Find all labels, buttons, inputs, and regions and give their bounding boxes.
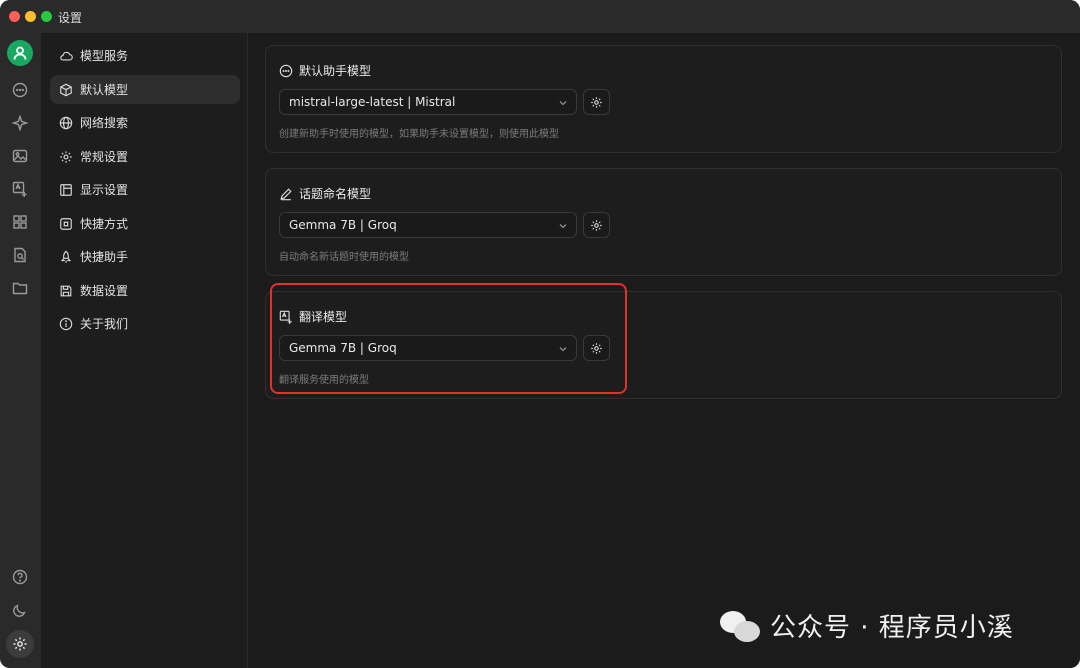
settings-sidebar: 模型服务 默认模型 网络搜索 常规设置 显示设置 快捷方式 快捷助手 数据设置 xyxy=(41,33,248,668)
sidebar-item-label: 快捷方式 xyxy=(80,217,129,231)
card-title: 话题命名模型 xyxy=(279,185,371,202)
knowledge-nav-button[interactable] xyxy=(8,243,32,267)
apps-nav-button[interactable] xyxy=(8,210,32,234)
icon-rail xyxy=(0,33,41,668)
card-hint: 自动命名新话题时使用的模型 xyxy=(279,252,409,263)
command-icon xyxy=(60,217,72,230)
document-search-icon xyxy=(14,247,26,263)
chat-icon xyxy=(279,64,293,77)
wechat-logo-icon xyxy=(720,609,762,643)
sidebar-item-label: 关于我们 xyxy=(80,317,129,331)
translate-icon xyxy=(12,181,27,197)
default-assistant-model-select[interactable]: mistral-large-latest | Mistral xyxy=(279,89,577,115)
sidebar-item-general-settings[interactable]: 常规设置 xyxy=(50,142,240,171)
settings-window: 设置 模型服务 默认模型 网络搜索 常规设置 显示设置 快捷方式 快捷助手 数据… xyxy=(0,0,1080,668)
sidebar-item-display-settings[interactable]: 显示设置 xyxy=(50,175,240,204)
globe-icon xyxy=(59,116,73,129)
files-nav-button[interactable] xyxy=(8,276,32,300)
sidebar-item-label: 网络搜索 xyxy=(80,116,129,130)
folder-icon xyxy=(12,282,28,295)
gear-icon xyxy=(591,96,602,108)
sidebar-item-label: 快捷助手 xyxy=(80,250,129,264)
chat-nav-button[interactable] xyxy=(8,78,32,102)
image-icon xyxy=(12,149,28,163)
chat-bubble-icon xyxy=(12,82,28,98)
sidebar-item-label: 模型服务 xyxy=(80,49,129,63)
close-window-button[interactable] xyxy=(9,11,20,22)
rocket-icon xyxy=(60,250,72,263)
translation-model-select[interactable]: Gemma 7B | Groq xyxy=(279,335,577,361)
cube-icon xyxy=(60,83,72,96)
user-icon xyxy=(13,46,27,60)
default-assistant-model-settings-button[interactable] xyxy=(583,89,610,115)
sidebar-item-label: 数据设置 xyxy=(80,284,129,298)
card-hint: 翻译服务使用的模型 xyxy=(279,375,369,386)
card-title: 翻译模型 xyxy=(279,308,347,325)
avatar[interactable] xyxy=(7,40,33,66)
card-title: 默认助手模型 xyxy=(279,62,371,79)
sidebar-item-about[interactable]: 关于我们 xyxy=(50,309,240,338)
translation-model-settings-button[interactable] xyxy=(583,335,610,361)
chevron-down-icon xyxy=(558,343,568,353)
image-nav-button[interactable] xyxy=(8,144,32,168)
chevron-down-icon xyxy=(558,220,568,230)
topic-naming-model-settings-button[interactable] xyxy=(583,212,610,238)
layout-icon xyxy=(60,183,72,196)
sidebar-item-label: 显示设置 xyxy=(80,183,129,197)
sidebar-item-data-settings[interactable]: 数据设置 xyxy=(50,276,240,305)
minimize-window-button[interactable] xyxy=(25,11,36,22)
sidebar-item-web-search[interactable]: 网络搜索 xyxy=(50,108,240,137)
default-assistant-model-card: 默认助手模型 mistral-large-latest | Mistral 创建… xyxy=(265,45,1062,153)
zoom-window-button[interactable] xyxy=(41,11,52,22)
theme-toggle-button[interactable] xyxy=(8,598,32,622)
watermark: 公众号 · 程序员小溪 xyxy=(720,607,1014,644)
main-content: 默认助手模型 mistral-large-latest | Mistral 创建… xyxy=(249,33,1080,668)
save-icon xyxy=(60,285,72,296)
translation-model-card: 翻译模型 Gemma 7B | Groq 翻译服务使用的模型 xyxy=(265,291,1062,399)
sidebar-item-model-service[interactable]: 模型服务 xyxy=(50,41,240,70)
moon-icon xyxy=(13,604,26,617)
grid-icon xyxy=(13,215,27,229)
topic-naming-model-card: 话题命名模型 Gemma 7B | Groq 自动命名新话题时使用的模型 xyxy=(265,168,1062,276)
cloud-icon xyxy=(60,51,73,61)
pencil-icon xyxy=(280,187,292,200)
gear-icon xyxy=(60,150,72,163)
settings-nav-button[interactable] xyxy=(6,630,34,658)
sparkle-icon xyxy=(12,115,28,131)
sidebar-item-label: 常规设置 xyxy=(80,150,129,164)
gear-icon xyxy=(591,342,602,354)
sidebar-item-quick-assistant[interactable]: 快捷助手 xyxy=(50,242,240,271)
help-icon xyxy=(12,569,28,585)
window-title: 设置 xyxy=(58,11,83,25)
topic-naming-model-select[interactable]: Gemma 7B | Groq xyxy=(279,212,577,238)
chevron-down-icon xyxy=(558,97,568,107)
translate-nav-button[interactable] xyxy=(8,177,32,201)
help-button[interactable] xyxy=(8,565,32,589)
gear-icon xyxy=(591,219,602,231)
sidebar-item-default-model[interactable]: 默认模型 xyxy=(50,75,240,104)
agents-nav-button[interactable] xyxy=(8,111,32,135)
sidebar-item-label: 默认模型 xyxy=(80,83,129,97)
info-icon xyxy=(59,317,73,330)
translate-icon xyxy=(279,310,292,324)
card-hint: 创建新助手时使用的模型，如果助手未设置模型，则使用此模型 xyxy=(279,129,559,140)
gear-icon xyxy=(13,637,27,651)
title-bar: 设置 xyxy=(0,0,1080,33)
sidebar-item-shortcuts[interactable]: 快捷方式 xyxy=(50,209,240,238)
